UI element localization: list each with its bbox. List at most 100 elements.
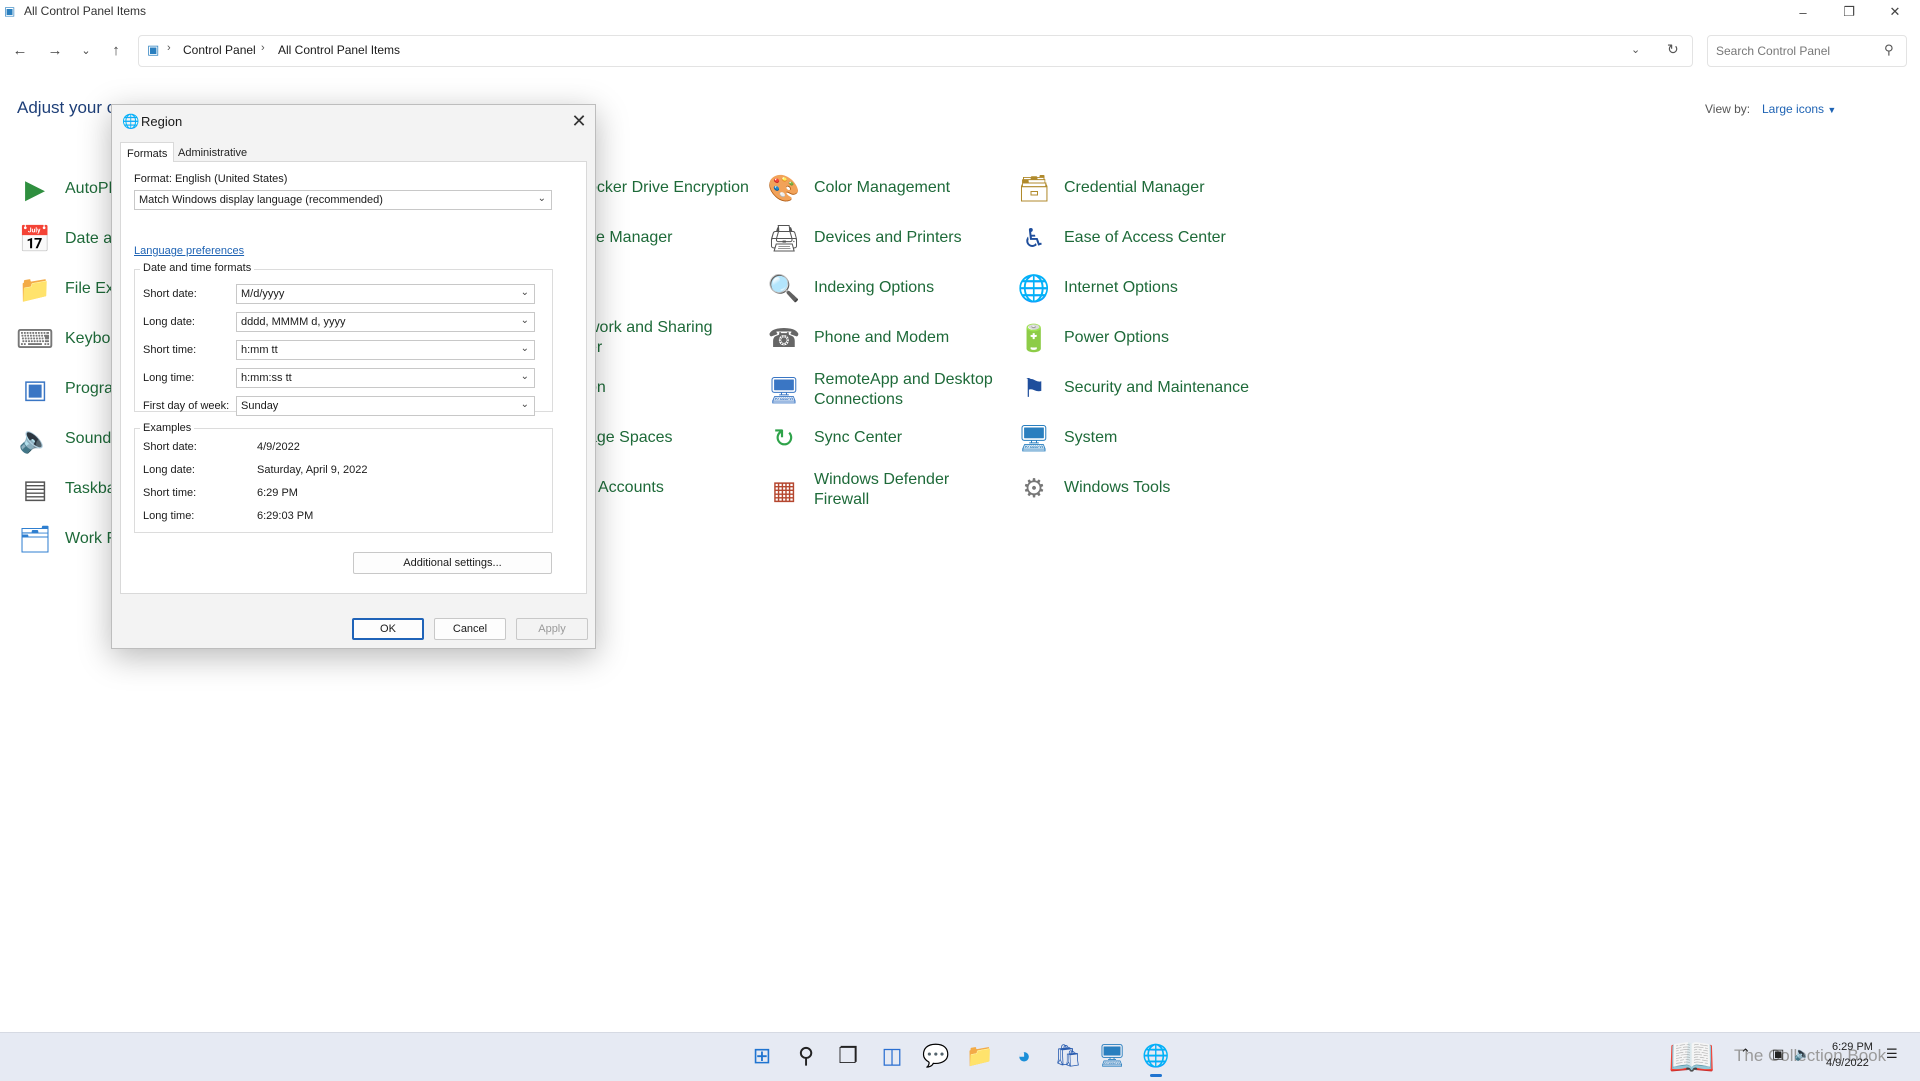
folder-icon: 📁 — [18, 273, 52, 304]
store-icon[interactable]: 🛍 — [1052, 1040, 1084, 1072]
example-short-time-value: 6:29 PM — [257, 487, 298, 499]
item-defender-firewall[interactable]: ▦ Windows Defender Firewall — [766, 470, 949, 510]
autoplay-icon: ▶ — [25, 173, 45, 204]
chevron-down-icon[interactable]: ⌄ — [1631, 43, 1640, 56]
tab-formats[interactable]: Formats — [120, 142, 175, 162]
item-power-options[interactable]: 🔋 Power Options — [1016, 320, 1169, 356]
view-mode-dropdown[interactable]: Large icons ▼ — [1762, 102, 1836, 116]
item-security-maintenance[interactable]: ⚑ Security and Maintenance — [1016, 370, 1249, 406]
search-input[interactable]: Search Control Panel — [1716, 44, 1830, 58]
chevron-down-icon: ⌄ — [520, 371, 529, 382]
item-keyboard[interactable]: ⌨ Keyboa — [16, 321, 119, 357]
item-color-management[interactable]: 🎨 Color Management — [766, 170, 950, 206]
item-system[interactable]: 🖥 System — [1016, 420, 1117, 456]
network-icon[interactable]: ▣ — [1772, 1046, 1784, 1062]
item-indexing-options[interactable]: 🔍 Indexing Options — [766, 270, 934, 306]
group-title: Date and time formats — [140, 262, 255, 274]
recent-locations-button[interactable]: ⌄ — [74, 38, 98, 62]
date-time-formats-group: Date and time formats Short date: M/d/yy… — [134, 262, 553, 416]
long-time-dropdown[interactable]: h:mm:ss tt ⌄ — [236, 368, 535, 388]
search-box[interactable]: Search Control Panel ⚲ — [1707, 35, 1907, 67]
item-work-folders[interactable]: 🗂 Work F — [17, 521, 116, 557]
search-icon[interactable]: ⚲ — [1884, 42, 1894, 58]
tab-administrative[interactable]: Administrative — [172, 142, 253, 162]
short-date-dropdown[interactable]: M/d/yyyy ⌄ — [236, 284, 535, 304]
item-file-explorer[interactable]: 📁 File Exp — [17, 271, 123, 307]
chevron-down-icon: ⌄ — [520, 343, 529, 354]
chevron-right-icon: › — [167, 42, 171, 54]
item-programs[interactable]: ▣ Progra — [17, 371, 113, 407]
control-panel-icon: ▣ — [4, 4, 16, 18]
example-short-date-value: 4/9/2022 — [257, 441, 300, 453]
long-date-value: dddd, MMMM d, yyyy — [241, 316, 346, 328]
apply-button[interactable]: Apply — [516, 618, 588, 640]
short-date-label: Short date: — [143, 288, 197, 300]
item-autoplay[interactable]: ▶ AutoPla — [17, 171, 121, 207]
region-globe-icon[interactable]: 🌐 — [1140, 1040, 1172, 1072]
volume-icon[interactable]: 🔈 — [1794, 1046, 1810, 1062]
search-icon[interactable]: ⚲ — [790, 1040, 822, 1072]
minimize-button[interactable]: – — [1780, 0, 1826, 24]
item-phone-modem[interactable]: ☎ Phone and Modem — [766, 320, 949, 356]
item-user-accounts[interactable]: Accounts — [598, 478, 664, 498]
file-explorer-icon[interactable]: 📁 — [964, 1040, 996, 1072]
task-view-icon[interactable]: ❐ — [832, 1040, 864, 1072]
window-title: All Control Panel Items — [24, 4, 147, 18]
widgets-icon[interactable]: ◫ — [876, 1040, 908, 1072]
flag-icon: ⚑ — [1022, 372, 1046, 403]
notification-icon[interactable]: ☰ — [1886, 1046, 1898, 1062]
title-bar: ▣ All Control Panel Items – ❐ ✕ — [0, 0, 1920, 24]
clock-time[interactable]: 6:29 PM — [1832, 1041, 1873, 1053]
forward-button[interactable]: → — [43, 38, 67, 62]
first-day-dropdown[interactable]: Sunday ⌄ — [236, 396, 535, 416]
breadcrumb-all-items[interactable]: All Control Panel Items — [278, 43, 400, 57]
chat-icon[interactable]: 💬 — [920, 1040, 952, 1072]
formats-panel: Format: English (United States) Match Wi… — [120, 161, 587, 594]
up-button[interactable]: ↑ — [104, 38, 128, 62]
item-devices-printers[interactable]: 🖨 Devices and Printers — [766, 220, 961, 256]
item-date-time[interactable]: 📅 Date ar — [17, 221, 118, 257]
short-time-dropdown[interactable]: h:mm tt ⌄ — [236, 340, 535, 360]
control-panel-icon[interactable]: 🖥 — [1096, 1040, 1128, 1072]
programs-icon: ▣ — [22, 373, 48, 404]
close-window-button[interactable]: ✕ — [1872, 0, 1918, 24]
chevron-up-icon[interactable]: ⌃ — [1740, 1046, 1751, 1062]
cancel-button[interactable]: Cancel — [434, 618, 506, 640]
item-device-manager[interactable]: ce Manager — [588, 228, 673, 248]
format-dropdown[interactable]: Match Windows display language (recommen… — [134, 190, 552, 210]
item-sync-center[interactable]: ↻ Sync Center — [766, 420, 902, 456]
edge-icon[interactable]: ◕ — [1008, 1040, 1040, 1072]
refresh-icon[interactable]: ↻ — [1667, 41, 1679, 58]
book-icon: 📖 — [1668, 1037, 1716, 1079]
item-sound[interactable]: 🔈 Sound — [17, 421, 111, 457]
format-label: Format: English (United States) — [134, 173, 288, 185]
breadcrumb-control-panel[interactable]: Control Panel — [183, 43, 256, 57]
back-button[interactable]: ← — [8, 38, 32, 62]
item-credential-manager[interactable]: 🗃 Credential Manager — [1016, 170, 1204, 206]
item-windows-tools[interactable]: ⚙ Windows Tools — [1016, 470, 1170, 506]
indexing-icon: 🔍 — [767, 272, 801, 303]
additional-settings-button[interactable]: Additional settings... — [353, 552, 552, 574]
long-date-dropdown[interactable]: dddd, MMMM d, yyyy ⌄ — [236, 312, 535, 332]
credential-icon: 🗃 — [1017, 172, 1051, 203]
dialog-close-button[interactable]: ✕ — [567, 109, 591, 133]
item-internet-options[interactable]: 🌐 Internet Options — [1016, 270, 1178, 306]
examples-group: Examples Short date: 4/9/2022 Long date:… — [134, 422, 553, 533]
item-taskbar[interactable]: ▤ Taskbar — [17, 471, 121, 507]
item-network-sharing[interactable]: work and Sharinger — [588, 318, 713, 358]
item-remoteapp[interactable]: 🖥 RemoteApp and Desktop Connections — [766, 370, 992, 410]
example-long-time-value: 6:29:03 PM — [257, 510, 314, 522]
caret-down-icon: ▼ — [1827, 105, 1837, 115]
address-bar[interactable]: ▣ › Control Panel › All Control Panel It… — [138, 35, 1693, 67]
language-preferences-link[interactable]: Language preferences — [134, 245, 244, 257]
ok-button[interactable]: OK — [352, 618, 424, 640]
restore-button[interactable]: ❐ — [1826, 0, 1872, 24]
start-icon[interactable]: ⊞ — [746, 1040, 778, 1072]
item-ease-of-access[interactable]: ♿ Ease of Access Center — [1016, 220, 1226, 256]
work-folders-icon: 🗂 — [18, 523, 52, 554]
item-storage-spaces[interactable]: age Spaces — [588, 428, 673, 448]
clock-date[interactable]: 4/9/2022 — [1826, 1057, 1869, 1069]
item-bitlocker[interactable]: ocker Drive Encryption — [588, 178, 749, 198]
taskbar — [0, 1032, 1920, 1081]
globe-icon: 🌐 — [1017, 272, 1051, 303]
